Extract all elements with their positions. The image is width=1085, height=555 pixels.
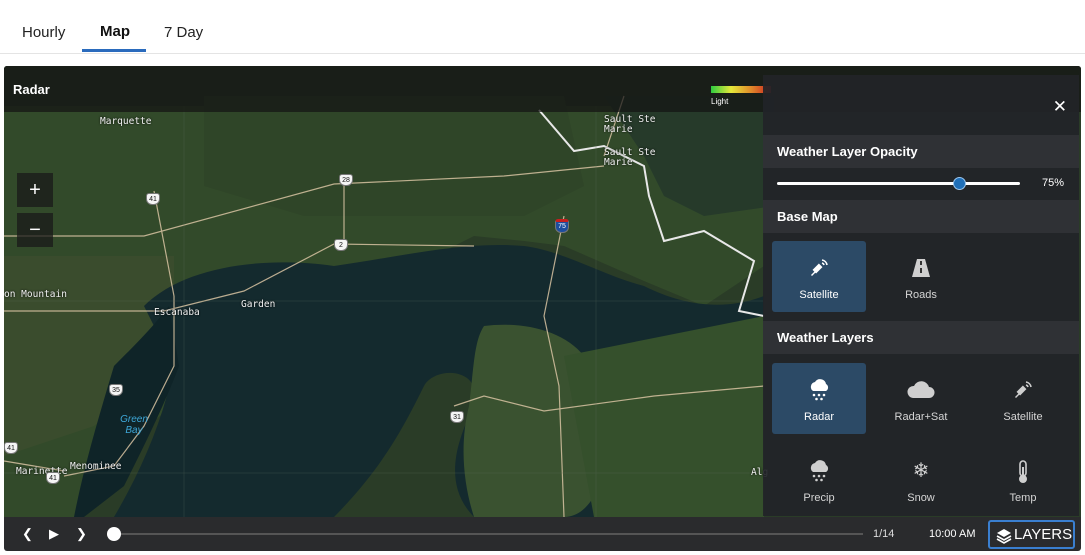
timeline-track[interactable]	[117, 533, 863, 535]
tile-label: Snow	[907, 492, 935, 504]
satellite-icon	[976, 379, 1070, 401]
tab-bar: Hourly Map 7 Day	[0, 0, 1085, 54]
opacity-slider-track[interactable]	[777, 182, 1020, 185]
zoom-in-button[interactable]: +	[17, 173, 53, 207]
highway-shield: 35	[109, 384, 123, 396]
highway-shield: 28	[339, 174, 353, 186]
place-label: on Mountain	[4, 289, 67, 300]
tab-map[interactable]: Map	[100, 23, 130, 40]
next-frame-icon[interactable]: ❯	[76, 526, 87, 542]
tile-label: Radar	[804, 411, 834, 423]
weather-layers-section-title: Weather Layers	[763, 321, 1079, 354]
layers-panel: ✕ Weather Layer Opacity 75% Base Map Sat…	[763, 75, 1079, 516]
base-map-section-title: Base Map	[763, 200, 1079, 233]
zoom-out-button[interactable]: −	[17, 213, 53, 247]
highway-shield: 2	[334, 239, 348, 251]
tile-label: Satellite	[1003, 411, 1043, 423]
place-label: Menominee	[70, 461, 122, 472]
previous-frame-icon[interactable]: ❮	[22, 526, 33, 542]
layers-button[interactable]: LAYERS	[988, 520, 1075, 549]
timeline-scrubber[interactable]	[107, 527, 121, 541]
play-icon[interactable]: ▶	[49, 526, 59, 542]
place-label: Marie	[604, 157, 633, 168]
snowflake-icon: ❄	[912, 460, 930, 482]
layer-precip-option[interactable]: Precip	[772, 444, 866, 515]
tile-label: Precip	[803, 492, 835, 504]
place-label: Garden	[241, 299, 276, 310]
timeline-bar: ❮ ▶ ❯ 1/14 10:00 AM LAYERS	[4, 517, 1081, 551]
highway-shield: 41	[4, 442, 18, 454]
active-tab-indicator	[82, 49, 146, 52]
highway-shield: 31	[450, 411, 464, 423]
frame-time: 10:00 AM	[929, 528, 976, 540]
layer-temp-option[interactable]: Temp	[976, 444, 1070, 515]
layers-icon	[996, 529, 1012, 544]
highway-shield: 41	[146, 193, 160, 205]
precip-icon	[772, 460, 866, 482]
tile-label: Radar+Sat	[894, 411, 948, 423]
opacity-slider-thumb[interactable]	[953, 177, 967, 190]
frame-counter: 1/14	[873, 528, 895, 540]
place-label: Escanaba	[154, 307, 200, 318]
basemap-roads-option[interactable]: Roads	[874, 241, 968, 312]
opacity-value: 75%	[1042, 177, 1065, 189]
road-icon	[874, 257, 968, 279]
water-label: Green Bay	[120, 414, 148, 436]
map-title: Radar	[13, 82, 50, 97]
tab-7-day[interactable]: 7 Day	[164, 24, 203, 41]
place-label: Marquette	[100, 116, 152, 127]
tile-label: Roads	[905, 289, 937, 301]
radar-legend-gradient	[711, 86, 771, 93]
close-icon[interactable]: ✕	[1053, 97, 1067, 117]
layers-button-label: LAYERS	[1014, 526, 1073, 543]
interstate-shield: 75	[555, 219, 569, 233]
opacity-section-title: Weather Layer Opacity	[763, 135, 1079, 168]
basemap-satellite-option[interactable]: Satellite	[772, 241, 866, 312]
place-label: Marie	[604, 124, 633, 135]
highway-shield: 41	[46, 472, 60, 484]
thermometer-icon	[976, 460, 1070, 483]
layer-satellite-option[interactable]: Satellite	[976, 363, 1070, 434]
radar-icon	[772, 379, 866, 401]
layer-snow-option[interactable]: ❄ Snow	[874, 444, 968, 515]
layer-radar-sat-option[interactable]: Radar+Sat	[874, 363, 968, 434]
tab-hourly[interactable]: Hourly	[22, 24, 65, 41]
legend-label-light: Light	[711, 97, 729, 106]
cloud-icon	[874, 379, 968, 401]
layer-radar-option[interactable]: Radar	[772, 363, 866, 434]
tile-label: Satellite	[799, 289, 839, 301]
satellite-icon	[772, 257, 866, 279]
tile-label: Temp	[1009, 492, 1037, 504]
